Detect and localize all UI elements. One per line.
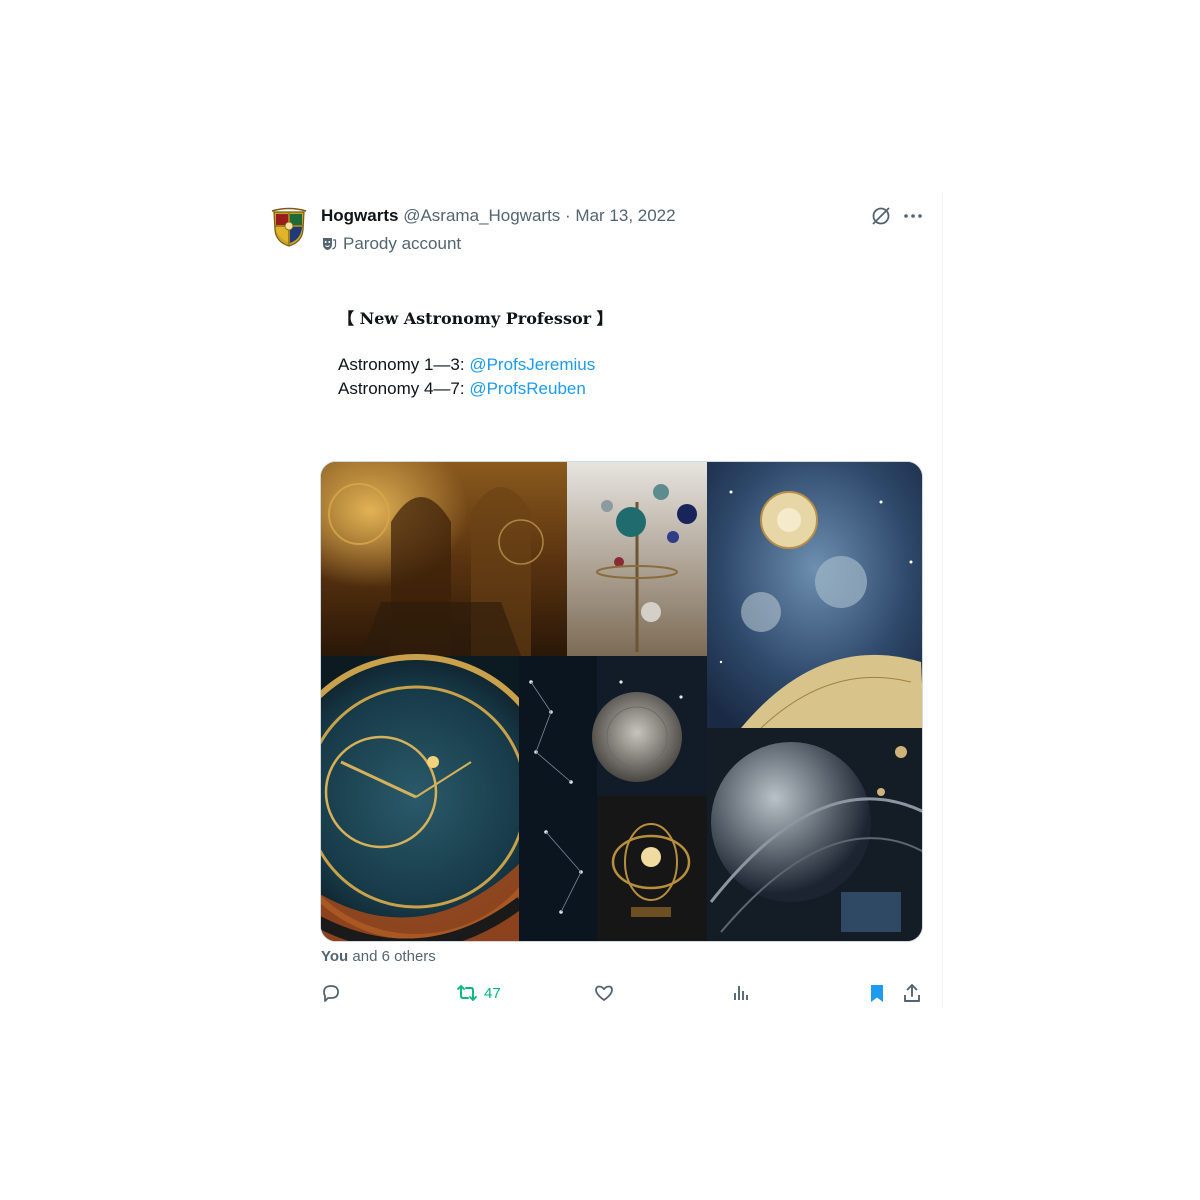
views-button[interactable] bbox=[729, 982, 751, 1004]
like-button[interactable] bbox=[593, 982, 615, 1004]
hogwarts-crest-icon bbox=[271, 207, 307, 247]
bookmark-icon bbox=[871, 985, 883, 1002]
parody-label-row: Parody account bbox=[321, 233, 461, 255]
tweet-page: Hogwarts @Asrama_Hogwarts · Mar 13, 2022… bbox=[0, 0, 1200, 1200]
mention-link[interactable]: @ProfsJeremius bbox=[469, 355, 595, 374]
display-name[interactable]: Hogwarts bbox=[321, 206, 398, 225]
repost-count: 47 bbox=[484, 984, 501, 1002]
liked-by-others: and 6 others bbox=[348, 948, 436, 965]
bookmark-button[interactable] bbox=[866, 982, 888, 1004]
separator: · bbox=[560, 206, 576, 225]
reply-button[interactable] bbox=[320, 982, 342, 1004]
parody-label: Parody account bbox=[343, 234, 462, 253]
post-line-2: Astronomy 4—7: @ProfsReuben bbox=[338, 377, 586, 401]
handle[interactable]: @Asrama_Hogwarts bbox=[403, 206, 560, 225]
repost-icon bbox=[457, 985, 477, 1001]
astronomy-collage-image bbox=[321, 462, 922, 941]
post-media[interactable] bbox=[320, 461, 923, 942]
post-title: 【 New Astronomy Professor 】 bbox=[338, 309, 613, 328]
post-date[interactable]: Mar 13, 2022 bbox=[575, 206, 675, 225]
heart-icon bbox=[595, 985, 613, 1001]
repost-button[interactable]: 47 bbox=[456, 982, 501, 1004]
post-header: Hogwarts @Asrama_Hogwarts · Mar 13, 2022 bbox=[321, 205, 676, 227]
column-divider bbox=[942, 192, 943, 1008]
share-button[interactable] bbox=[901, 982, 923, 1004]
parody-mask-icon bbox=[323, 238, 337, 250]
liked-by-you: You bbox=[321, 948, 349, 965]
mention-link[interactable]: @ProfsReuben bbox=[469, 379, 586, 398]
liked-by[interactable]: You and 6 others bbox=[321, 947, 436, 967]
post-line-1: Astronomy 1—3: @ProfsJeremius bbox=[338, 353, 595, 377]
share-icon bbox=[904, 984, 920, 1002]
reply-icon bbox=[323, 985, 339, 1002]
more-icon[interactable] bbox=[902, 205, 924, 227]
views-icon bbox=[734, 986, 748, 1000]
post-line-prefix: Astronomy 1—3: bbox=[338, 355, 470, 374]
grok-icon[interactable] bbox=[870, 205, 892, 227]
avatar[interactable] bbox=[270, 206, 308, 248]
post-line-prefix: Astronomy 4—7: bbox=[338, 379, 470, 398]
